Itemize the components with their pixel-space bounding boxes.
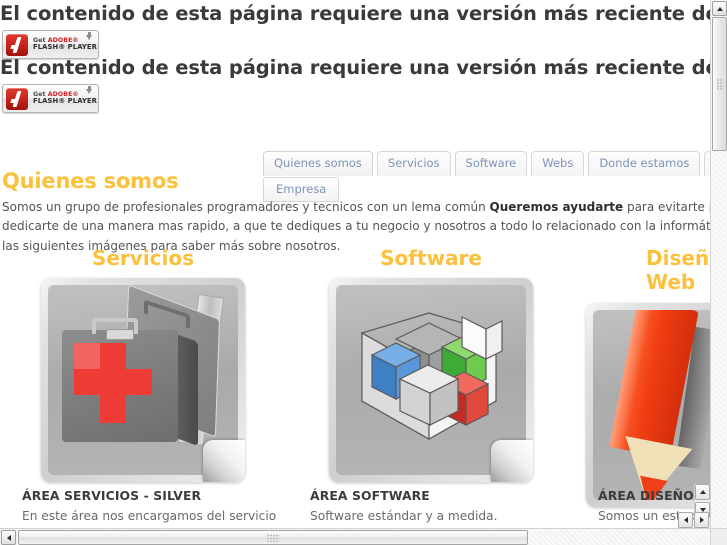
diseno-web-thumbnail[interactable]: [586, 302, 710, 507]
inner-scroll-up-button[interactable]: [695, 484, 710, 500]
chevron-left-icon: [683, 517, 688, 523]
page-title: Quienes somos: [2, 169, 179, 193]
scrollbar-corner: [710, 528, 727, 545]
block-heading: ÁREA SERVICIOS - SILVER: [22, 488, 202, 503]
intro-emphasis: Queremos ayudarte: [489, 200, 624, 214]
inner-scroll-right-button[interactable]: [694, 512, 709, 528]
block-text: Software estándar y a medida.: [310, 509, 498, 523]
flash-notice-message: El contenido de esta página requiere una…: [0, 56, 710, 79]
column-software: Software: [288, 246, 574, 483]
tab-quienes-somos[interactable]: Quienes somos: [263, 151, 373, 176]
tab-donde-estamos[interactable]: Donde estamos: [588, 151, 701, 176]
column-title: Servicios: [91, 246, 195, 270]
block-heading: ÁREA SOFTWARE: [310, 488, 430, 503]
flash-notice-message: El contenido de esta página requiere una…: [0, 2, 710, 25]
column-title: Software: [380, 246, 482, 270]
get-flash-player-button[interactable]: Get ADOBE® FLASH® PLAYER: [2, 84, 99, 113]
column-servicios: Servicios: [0, 246, 286, 483]
outer-vertical-scrollbar[interactable]: [710, 0, 727, 528]
vertical-scroll-thumb[interactable]: [712, 17, 727, 151]
flash-notice-2: El contenido de esta página requiere una…: [0, 56, 710, 113]
column-title: Diseño Web: [646, 246, 710, 295]
inner-horizontal-scrollbar[interactable]: [678, 512, 710, 528]
servicios-thumbnail[interactable]: [41, 278, 245, 483]
column-diseno-web: Diseño Web: [576, 246, 710, 507]
chevron-right-icon: [699, 517, 704, 523]
main-content: Quienes somos Servicios Software Webs Do…: [0, 138, 710, 528]
horizontal-scroll-thumb[interactable]: [18, 530, 528, 545]
software-thumbnail[interactable]: [329, 278, 533, 483]
chevron-left-icon: [6, 534, 11, 541]
chevron-up-icon: [716, 6, 723, 11]
scroll-grip-icon: [266, 533, 280, 542]
primary-tab-row: Quienes somos Servicios Software Webs Do…: [263, 151, 710, 176]
page-curl-decoration: [491, 440, 533, 483]
page-viewport: El contenido de esta página requiere una…: [0, 0, 710, 528]
intro-text-1: Somos un grupo de profesionales programa…: [2, 200, 490, 214]
scroll-left-button[interactable]: [1, 530, 16, 545]
download-arrow-icon: [86, 32, 92, 40]
page-curl-decoration: [203, 440, 245, 483]
scroll-grip-icon: [716, 78, 723, 90]
flash-badge-player: FLASH® PLAYER: [33, 97, 98, 106]
flash-player-icon: [6, 33, 28, 56]
chevron-up-icon: [699, 490, 706, 494]
block-text: En este área nos encargamos del servicio: [22, 509, 277, 523]
browser-page: El contenido de esta página requiere una…: [0, 0, 727, 545]
pencil-icon: [593, 309, 710, 500]
outer-horizontal-scrollbar[interactable]: [0, 528, 727, 545]
navigation-tabs: Quienes somos Servicios Software Webs Do…: [263, 151, 710, 203]
flash-badge-player: FLASH® PLAYER: [33, 43, 98, 52]
tab-servicios[interactable]: Servicios: [376, 151, 451, 176]
scroll-up-button[interactable]: [712, 1, 727, 16]
block-software: ÁREA SOFTWARE Software estándar y a medi…: [310, 488, 600, 526]
tab-software[interactable]: Software: [454, 151, 528, 176]
inner-scroll-left-button[interactable]: [678, 512, 693, 528]
get-flash-player-button[interactable]: Get ADOBE® FLASH® PLAYER: [2, 30, 99, 59]
flash-player-icon: [6, 87, 28, 110]
flash-notice-1: El contenido de esta página requiere una…: [0, 2, 710, 59]
tab-webs[interactable]: Webs: [531, 151, 585, 176]
download-arrow-icon: [86, 86, 92, 94]
block-servicios: ÁREA SERVICIOS - SILVER En este área nos…: [22, 488, 312, 526]
